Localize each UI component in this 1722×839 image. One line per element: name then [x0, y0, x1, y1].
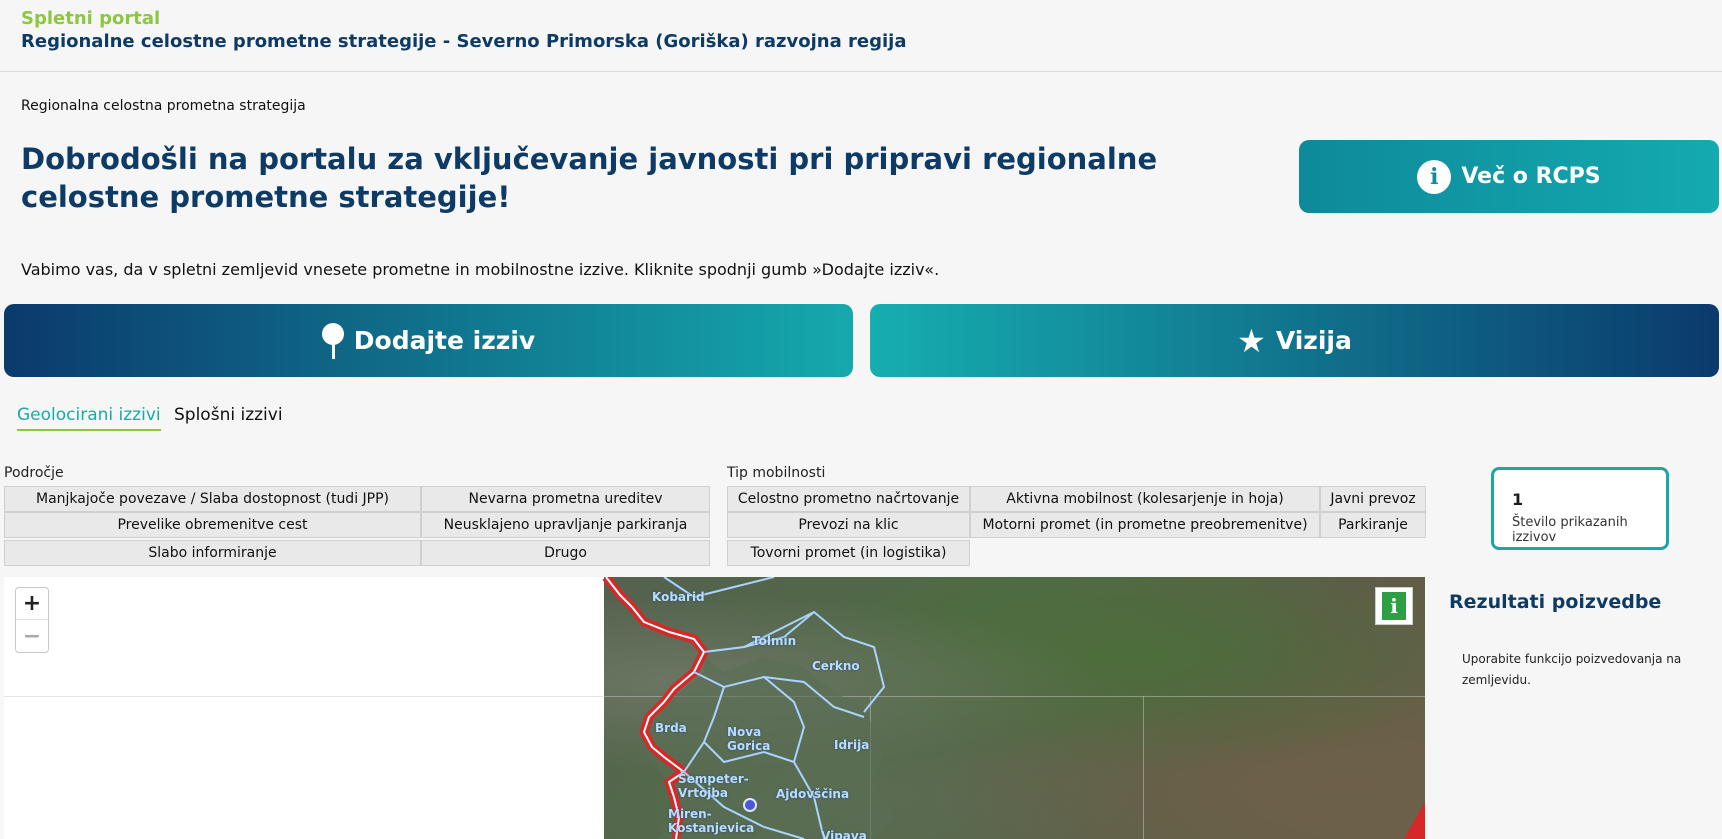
place-label: Miren-Kostanjevica	[668, 807, 755, 835]
top-header: Spletni portal Regionalne celostne prome…	[0, 0, 1722, 72]
star-icon: ★	[1237, 321, 1266, 360]
map-view[interactable]: Kobarid Tolmin Cerkno Brda Nova Gorica I…	[4, 577, 1425, 839]
mobility-filter-label: Tip mobilnosti	[727, 465, 826, 481]
place-label: Šempeter-Vrtojba	[678, 772, 749, 800]
mobility-filter-option[interactable]: Parkiranje	[1320, 512, 1426, 538]
add-challenge-button[interactable]: Dodajte izziv	[4, 304, 853, 377]
place-label: Nova Gorica	[727, 725, 771, 753]
zoom-out-button[interactable]: −	[16, 620, 48, 652]
more-about-rcps-button[interactable]: i Več o RCPS	[1299, 140, 1719, 213]
challenge-count-label: Število prikazanih izzivov	[1512, 515, 1628, 545]
place-label: Cerkno	[812, 659, 860, 673]
area-filter-option[interactable]: Manjkajoče povezave / Slaba dostopnost (…	[4, 486, 421, 512]
mobility-filter-option[interactable]: Tovorni promet (in logistika)	[727, 540, 970, 566]
area-filter-option[interactable]: Slabo informiranje	[4, 540, 421, 566]
place-label: Ajdovščina	[776, 787, 850, 801]
place-label: Kobarid	[652, 590, 705, 604]
area-filter-option[interactable]: Nevarna prometna ureditev	[421, 486, 710, 512]
page-title: Dobrodošli na portalu za vključevanje ja…	[21, 142, 1158, 214]
portal-title[interactable]: Regionalne celostne prometne strategije …	[21, 31, 906, 52]
area-filter-option[interactable]: Prevelike obremenitve cest	[4, 512, 421, 538]
mobility-filter-option[interactable]: Aktivna mobilnost (kolesarjenje in hoja)	[970, 486, 1320, 512]
vision-button[interactable]: ★ Vizija	[870, 304, 1719, 377]
tab-geolocated[interactable]: Geolocirani izzivi	[17, 405, 161, 431]
area-filter-label: Področje	[4, 465, 64, 481]
map-info-button[interactable]: i	[1375, 587, 1413, 625]
mobility-filter-option[interactable]: Celostno prometno načrtovanje	[727, 486, 970, 512]
more-button-label: Več o RCPS	[1461, 164, 1601, 189]
challenge-count-card: 1 Število prikazanih izzivov	[1491, 467, 1669, 550]
vision-label: Vizija	[1275, 326, 1352, 355]
area-filter-option[interactable]: Neusklajeno upravljanje parkiranja	[421, 512, 710, 538]
place-label: Tolmin	[752, 634, 797, 648]
results-title: Rezultati poizvedbe	[1449, 591, 1662, 613]
mobility-filter-option[interactable]: Javni prevoz	[1320, 486, 1426, 512]
place-label: Idrija	[834, 738, 870, 752]
info-icon: i	[1417, 159, 1452, 194]
portal-label[interactable]: Spletni portal	[21, 8, 160, 29]
mobility-filter-option[interactable]: Prevozi na klic	[727, 512, 970, 538]
zoom-control: + −	[15, 587, 49, 653]
zoom-in-button[interactable]: +	[16, 588, 48, 620]
results-text: Uporabite funkcijo poizvedovanja na zeml…	[1462, 652, 1682, 687]
breadcrumb: Regionalna celostna prometna strategija	[21, 98, 306, 114]
mobility-filter-option[interactable]: Motorni promet (in prometne preobremenit…	[970, 512, 1320, 538]
challenge-count-value: 1	[1512, 490, 1524, 509]
place-label: Vipava	[821, 829, 867, 839]
place-label: Brda	[655, 721, 687, 735]
area-filter-option[interactable]: Drugo	[421, 540, 710, 566]
tab-general[interactable]: Splošni izzivi	[174, 405, 283, 425]
add-challenge-label: Dodajte izziv	[353, 326, 536, 355]
info-icon: i	[1382, 592, 1406, 620]
intro-text: Vabimo vas, da v spletni zemljevid vnese…	[21, 260, 940, 279]
map-edge-marker	[1404, 802, 1425, 839]
map-pin-icon	[321, 322, 344, 359]
